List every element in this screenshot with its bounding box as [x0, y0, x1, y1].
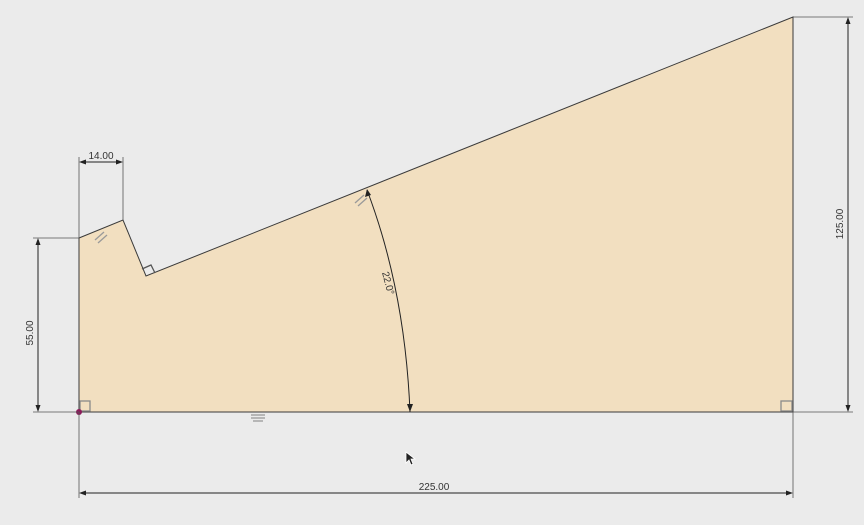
sketch-profile[interactable]: [78, 16, 794, 413]
dimension-total-width-label: 225.00: [419, 482, 450, 493]
dimension-right-height-label: 125.00: [835, 208, 846, 239]
horizontal-constraint-icon: [251, 414, 265, 422]
dimension-left-height-label: 55.00: [25, 320, 36, 345]
mouse-pointer-icon: [405, 451, 417, 466]
dimension-right-height[interactable]: 125.00: [793, 16, 853, 413]
dimension-notch-width-label: 14.00: [88, 151, 113, 162]
dimension-total-width[interactable]: 225.00: [78, 412, 794, 498]
sketch-canvas[interactable]: 55.00 14.00 125.00 225.00 22.0°: [0, 0, 864, 525]
dimension-left-height[interactable]: 55.00: [25, 237, 79, 413]
